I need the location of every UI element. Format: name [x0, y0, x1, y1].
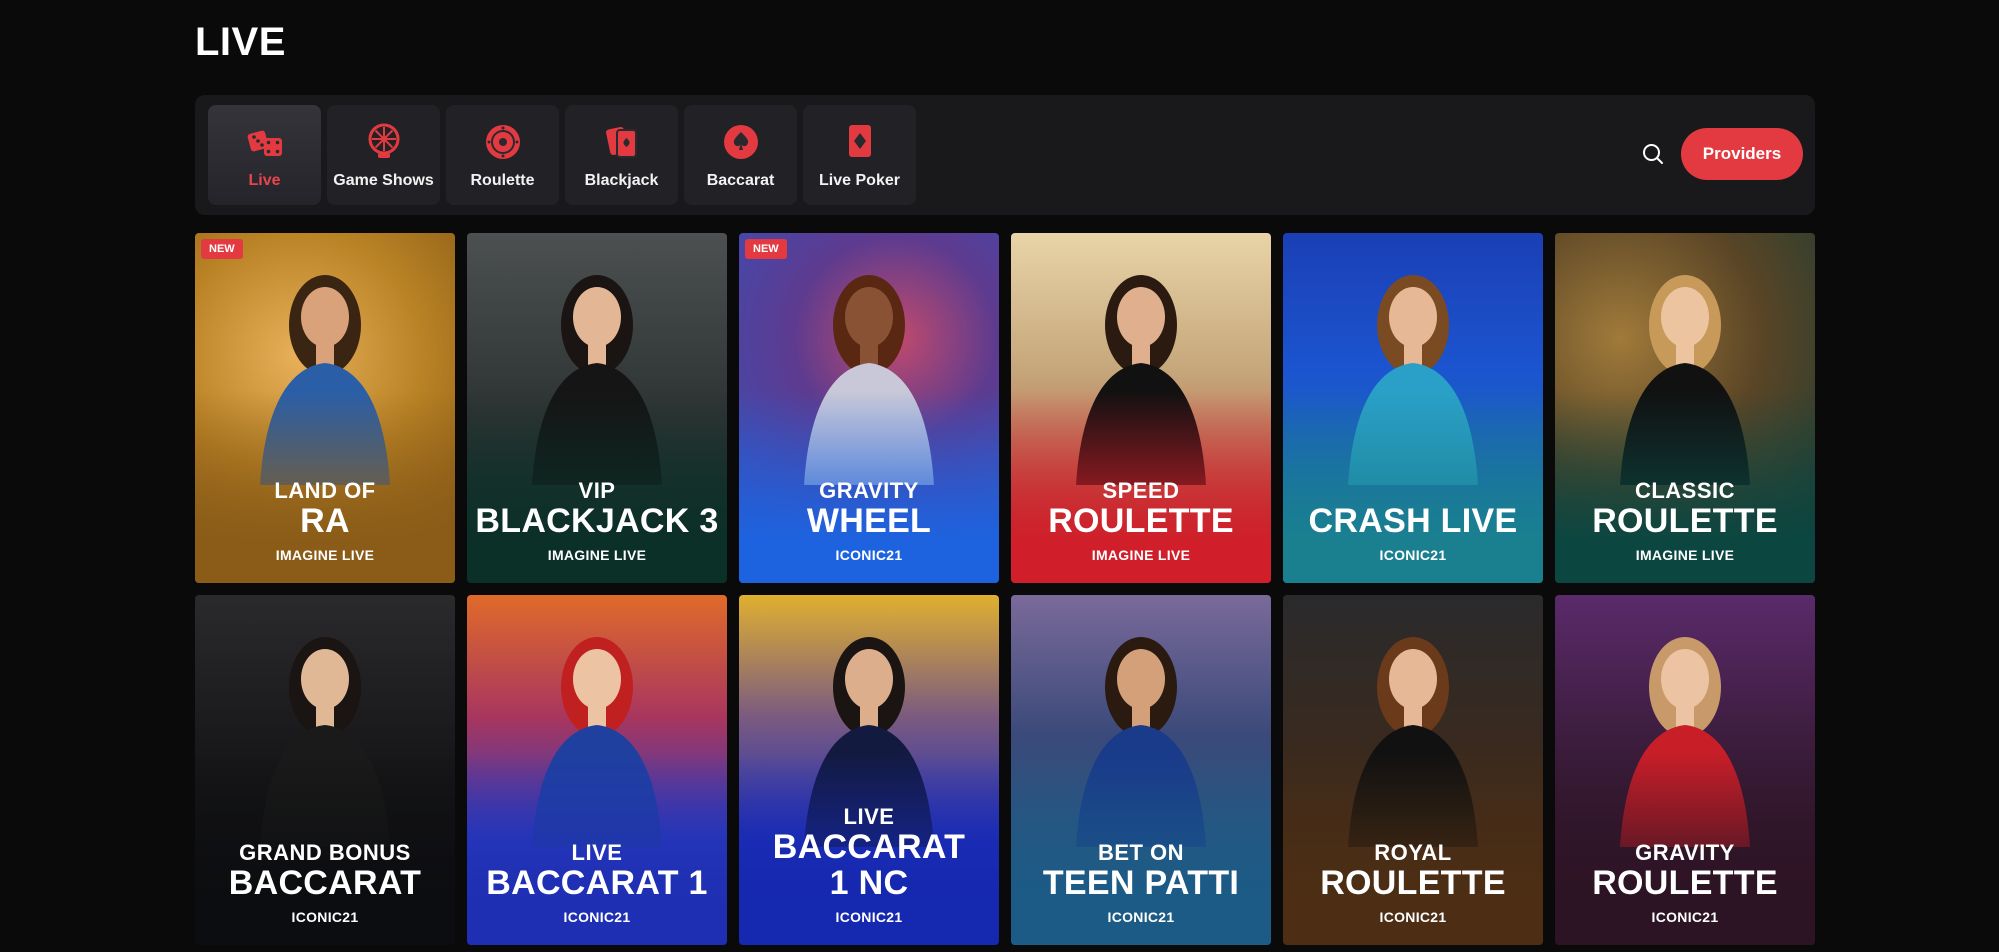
game-title: ROULETTE [1592, 502, 1778, 540]
game-title-prefix: BET ON [1097, 840, 1185, 865]
game-card[interactable]: CLASSIC ROULETTE IMAGINE LIVE [1555, 233, 1815, 583]
game-card[interactable]: ROYAL ROULETTE ICONIC21 [1283, 595, 1543, 945]
game-title: CRASH LIVE [1308, 502, 1518, 540]
search-icon [1642, 143, 1664, 170]
game-card[interactable]: LIVE BACCARAT 1 NC ICONIC21 [739, 595, 999, 945]
game-title: BACCARAT 1 [486, 864, 708, 902]
roulette-icon [483, 122, 523, 162]
game-title-prefix: VIP [578, 478, 616, 503]
game-title: WHEEL [806, 502, 932, 540]
tab-live-poker[interactable]: Live Poker [803, 105, 916, 205]
game-provider: ICONIC21 [1651, 909, 1719, 925]
game-title-block: BET ON TEEN PATTI ICONIC21 [1011, 840, 1271, 926]
game-title: BACCARAT [228, 864, 422, 902]
game-title-prefix: LIVE [571, 840, 623, 865]
new-badge: NEW [745, 239, 787, 259]
game-card[interactable]: GRAVITY ROULETTE ICONIC21 [1555, 595, 1815, 945]
game-provider: IMAGINE LIVE [1091, 547, 1191, 563]
tab-live[interactable]: Live [208, 105, 321, 205]
game-provider: IMAGINE LIVE [1635, 547, 1735, 563]
game-card[interactable]: VIP BLACKJACK 3 IMAGINE LIVE [467, 233, 727, 583]
game-title-prefix: CLASSIC [1634, 478, 1736, 503]
diamond-card-icon [840, 122, 880, 162]
category-navbar: Live Game Shows Roulette Blackjack Baccarat L… [195, 95, 1815, 215]
dice-icon [245, 122, 285, 162]
game-title-prefix: LIVE [843, 804, 895, 829]
game-provider: IMAGINE LIVE [547, 547, 647, 563]
game-card[interactable]: SPEED ROULETTE IMAGINE LIVE [1011, 233, 1271, 583]
game-title-block: GRAVITY WHEEL ICONIC21 [739, 478, 999, 564]
tab-game-shows[interactable]: Game Shows [327, 105, 440, 205]
games-grid: NEW LAND OF RA IMAGINE LIVE VIP BLACKJACK 3 IM… [195, 233, 1815, 945]
game-title: ROULETTE [1592, 864, 1778, 902]
game-title: ROULETTE [1048, 502, 1234, 540]
game-provider: ICONIC21 [1379, 547, 1447, 563]
game-card[interactable]: NEW GRAVITY WHEEL ICONIC21 [739, 233, 999, 583]
game-title-prefix: SPEED [1102, 478, 1180, 503]
new-badge: NEW [201, 239, 243, 259]
game-title-prefix: ROYAL [1374, 840, 1452, 865]
page-title: LIVE [195, 20, 286, 64]
game-title: RA [300, 502, 350, 540]
game-title-prefix: GRAVITY [819, 478, 919, 503]
tab-label: Game Shows [333, 172, 434, 189]
game-card[interactable]: LIVE BACCARAT 1 ICONIC21 [467, 595, 727, 945]
game-provider: ICONIC21 [835, 547, 903, 563]
game-provider: ICONIC21 [1379, 909, 1447, 925]
game-title-block: SPEED ROULETTE IMAGINE LIVE [1011, 478, 1271, 564]
tab-label: Blackjack [584, 172, 659, 189]
tab-label: Live [248, 172, 281, 189]
game-provider: IMAGINE LIVE [275, 547, 375, 563]
game-title-block: GRAVITY ROULETTE ICONIC21 [1555, 840, 1815, 926]
tab-label: Live Poker [819, 172, 900, 189]
game-title-block: ROYAL ROULETTE ICONIC21 [1283, 840, 1543, 926]
providers-button[interactable]: Providers [1681, 128, 1803, 180]
tab-baccarat[interactable]: Baccarat [684, 105, 797, 205]
game-title: TEEN PATTI [1042, 864, 1240, 902]
tab-label: Roulette [470, 172, 535, 189]
game-title-prefix: GRAND BONUS [239, 840, 411, 865]
game-title-block: CLASSIC ROULETTE IMAGINE LIVE [1555, 478, 1815, 564]
game-title-prefix: GRAVITY [1635, 840, 1735, 865]
game-provider: ICONIC21 [1107, 909, 1175, 925]
game-title-block: GRAND BONUS BACCARAT ICONIC21 [195, 840, 455, 926]
tab-roulette[interactable]: Roulette [446, 105, 559, 205]
game-title-block: CRASH LIVE ICONIC21 [1283, 503, 1543, 563]
wheel-icon [364, 122, 404, 162]
spade-icon [721, 122, 761, 162]
game-provider: ICONIC21 [291, 909, 359, 925]
game-title: BLACKJACK 3 [475, 502, 719, 540]
game-card[interactable]: GRAND BONUS BACCARAT ICONIC21 [195, 595, 455, 945]
game-title-prefix: LAND OF [274, 478, 376, 503]
game-title-block: VIP BLACKJACK 3 IMAGINE LIVE [467, 478, 727, 564]
game-provider: ICONIC21 [835, 909, 903, 925]
game-title-block: LIVE BACCARAT 1 ICONIC21 [467, 840, 727, 926]
game-title-block: LAND OF RA IMAGINE LIVE [195, 478, 455, 564]
game-title-block: LIVE BACCARAT 1 NC ICONIC21 [739, 804, 999, 926]
cards-icon [602, 122, 642, 162]
game-title: BACCARAT 1 NC [772, 828, 966, 902]
search-button[interactable] [1635, 138, 1671, 174]
tab-blackjack[interactable]: Blackjack [565, 105, 678, 205]
category-tabs: Live Game Shows Roulette Blackjack Baccarat L… [208, 105, 916, 205]
game-card[interactable]: BET ON TEEN PATTI ICONIC21 [1011, 595, 1271, 945]
game-card[interactable]: NEW LAND OF RA IMAGINE LIVE [195, 233, 455, 583]
game-title: ROULETTE [1320, 864, 1506, 902]
tab-label: Baccarat [706, 172, 775, 189]
game-card[interactable]: CRASH LIVE ICONIC21 [1283, 233, 1543, 583]
game-provider: ICONIC21 [563, 909, 631, 925]
